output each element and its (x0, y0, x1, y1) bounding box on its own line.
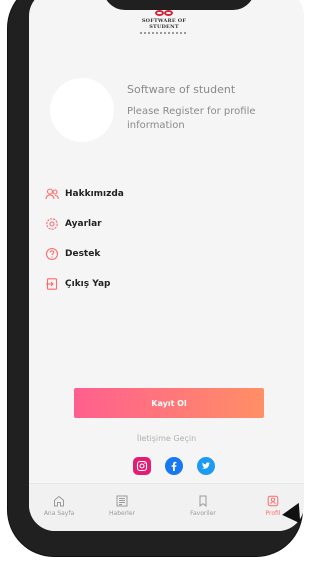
newspaper-icon (115, 493, 129, 507)
register-button[interactable]: Kayıt Ol (74, 388, 264, 418)
nav-label: Haberler (109, 510, 135, 517)
logo-text-line2: STUDENT (149, 24, 179, 30)
profile-icon (266, 493, 280, 507)
logout-icon (45, 277, 59, 291)
menu-item-hakkimizda[interactable]: Hakkımızda (45, 185, 124, 203)
social-links (133, 457, 223, 475)
home-icon (52, 493, 66, 507)
profile-subtitle: Please Register for profile information (127, 106, 256, 131)
nav-item-ana-sayfa[interactable]: Ana Sayfa (33, 493, 85, 518)
nav-item-favoriler[interactable]: Favoriler (177, 493, 229, 518)
help-icon (45, 247, 59, 261)
settings-icon (45, 217, 59, 231)
page: SOFTWARE OF STUDENT Software of student … (0, 0, 306, 567)
twitter-icon[interactable] (197, 457, 215, 475)
menu-item-label: Ayarlar (65, 219, 102, 229)
menu-item-label: Çıkış Yap (65, 279, 111, 289)
facebook-icon[interactable] (165, 457, 183, 475)
app-screen: SOFTWARE OF STUDENT Software of student … (29, 0, 304, 531)
logo-tagline-line (140, 32, 188, 34)
menu-item-label: Hakkımızda (65, 189, 124, 199)
menu-item-destek[interactable]: Destek (45, 245, 100, 263)
contact-label: İletişime Geçin (136, 434, 197, 443)
instagram-icon[interactable] (133, 457, 151, 475)
menu-item-label: Destek (65, 249, 101, 259)
nav-label: Ana Sayfa (43, 510, 75, 517)
menu-item-cikis-yap[interactable]: Çıkış Yap (45, 275, 110, 293)
app-logo: SOFTWARE OF STUDENT (124, 10, 204, 50)
nav-label: Favoriler (190, 510, 216, 517)
people-icon (45, 187, 59, 201)
nav-item-haberler[interactable]: Haberler (96, 493, 148, 518)
avatar (50, 78, 114, 142)
profile-name: Software of student (127, 83, 236, 96)
phone-notch (103, 0, 255, 10)
bookmark-icon (196, 493, 210, 508)
infinity-logo-icon (154, 10, 174, 17)
bottom-navigation: Ana Sayfa Haberler Favoriler Profil (29, 483, 304, 531)
menu-item-ayarlar[interactable]: Ayarlar (45, 215, 102, 233)
phone-frame: SOFTWARE OF STUDENT Software of student … (8, 0, 304, 556)
